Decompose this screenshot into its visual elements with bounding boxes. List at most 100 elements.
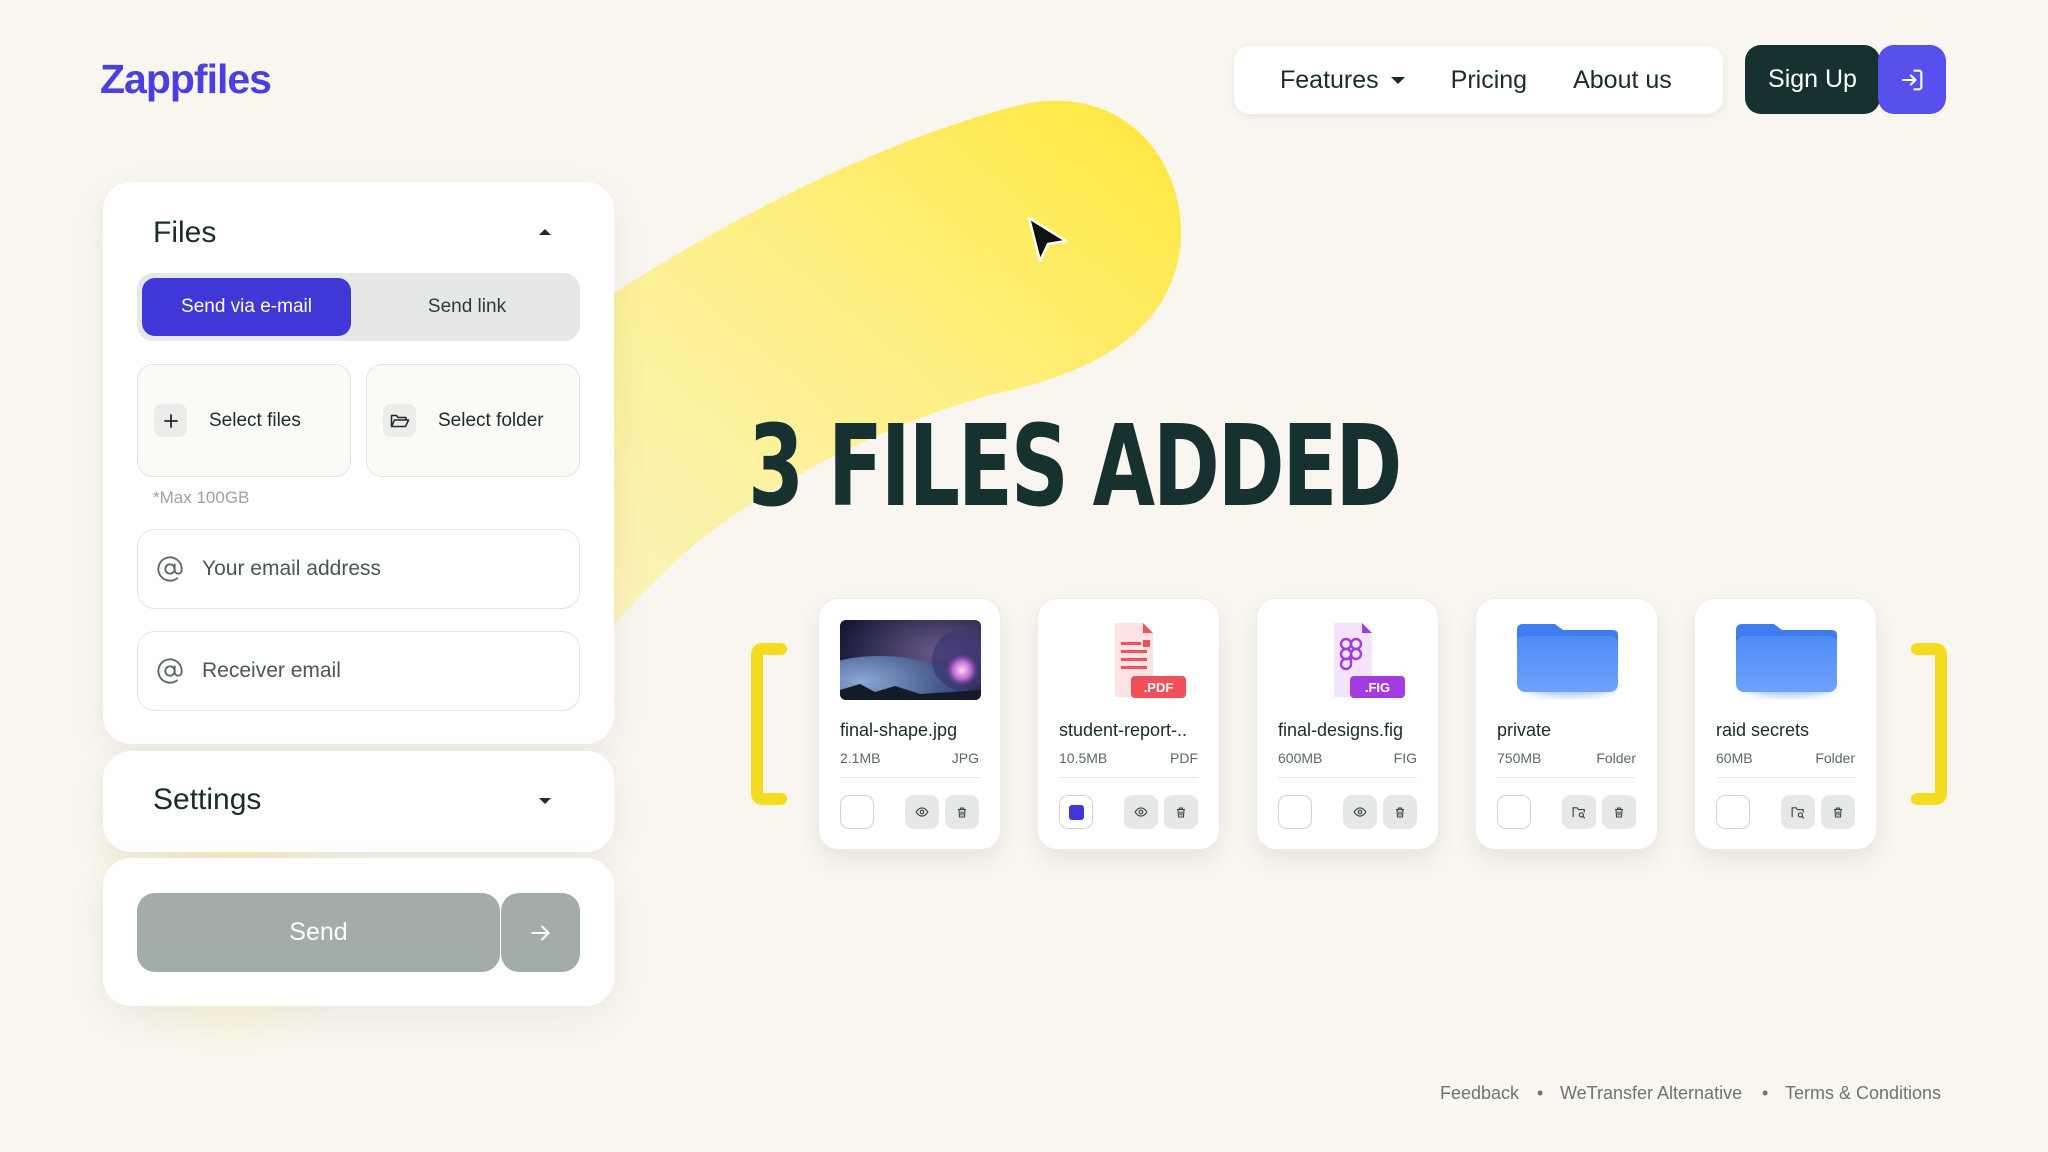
file-card[interactable]: private 750MB Folder bbox=[1475, 598, 1658, 850]
trash-icon bbox=[1615, 806, 1623, 818]
expand-chevron-down-icon[interactable] bbox=[539, 798, 551, 804]
receiver-email-field[interactable] bbox=[137, 631, 580, 711]
plus-icon bbox=[154, 404, 187, 437]
max-size-hint: *Max 100GB bbox=[153, 488, 250, 507]
file-card[interactable]: raid secrets 60MB Folder bbox=[1694, 598, 1877, 850]
your-email-field[interactable] bbox=[137, 529, 580, 609]
arrow-right-icon bbox=[530, 925, 550, 940]
receiver-email-input[interactable] bbox=[202, 659, 562, 683]
right-bracket-decoration bbox=[1911, 643, 1947, 805]
chevron-down-icon bbox=[1390, 76, 1405, 84]
fig-badge: .FIG bbox=[1365, 680, 1390, 695]
trash-icon bbox=[1834, 806, 1842, 818]
nav-features[interactable]: Features bbox=[1280, 66, 1405, 95]
select-folder-label: Select folder bbox=[438, 409, 544, 431]
files-added-headline: 3 FILES ADDED bbox=[748, 402, 1402, 532]
files-panel-title: Files bbox=[153, 216, 217, 249]
file-type: Folder bbox=[1596, 750, 1636, 766]
file-size: 750MB bbox=[1497, 750, 1542, 766]
send-panel: Send bbox=[103, 858, 614, 1006]
files-panel: Files Send via e-mail Send link Select f… bbox=[103, 182, 614, 744]
file-size: 2.1MB bbox=[840, 750, 881, 766]
file-type: PDF bbox=[1170, 750, 1198, 766]
file-type: JPG bbox=[951, 750, 979, 766]
open-folder-button[interactable] bbox=[1781, 795, 1815, 829]
collapse-chevron-up-icon[interactable] bbox=[539, 229, 551, 235]
nav-about[interactable]: About us bbox=[1573, 66, 1672, 95]
file-name: private bbox=[1497, 720, 1552, 740]
at-sign-icon bbox=[157, 658, 183, 684]
file-card[interactable]: .FIG final-designs.fig 600MB FIG bbox=[1256, 598, 1439, 850]
file-size: 60MB bbox=[1716, 750, 1753, 766]
nav-pricing[interactable]: Pricing bbox=[1451, 66, 1527, 95]
trash-icon bbox=[958, 806, 966, 818]
select-files-label: Select files bbox=[209, 409, 301, 431]
left-bracket-decoration bbox=[751, 643, 787, 805]
sign-up-button[interactable]: Sign Up bbox=[1745, 45, 1880, 114]
open-folder-button[interactable] bbox=[1562, 795, 1596, 829]
file-select-checkbox[interactable] bbox=[1278, 795, 1312, 829]
send-mode-toggle: Send via e-mail Send link bbox=[137, 273, 580, 341]
nav-features-label: Features bbox=[1280, 65, 1379, 94]
tab-send-link[interactable]: Send link bbox=[359, 278, 575, 336]
divider bbox=[1497, 777, 1636, 778]
file-select-checkbox[interactable] bbox=[1716, 795, 1750, 829]
pdf-badge: .PDF bbox=[1144, 680, 1174, 695]
trash-icon bbox=[1177, 806, 1185, 818]
tab-send-via-email[interactable]: Send via e-mail bbox=[142, 278, 351, 336]
divider bbox=[840, 777, 979, 778]
select-files-button[interactable]: Select files bbox=[137, 364, 351, 477]
pdf-file-icon: .PDF bbox=[1059, 620, 1200, 700]
image-thumbnail bbox=[840, 620, 981, 700]
divider bbox=[1278, 777, 1417, 778]
figma-file-icon: .FIG bbox=[1278, 620, 1419, 700]
delete-button[interactable] bbox=[1383, 795, 1417, 829]
check-mark bbox=[1069, 805, 1084, 820]
file-card[interactable]: .PDF student-report-.. 10.5MB PDF bbox=[1037, 598, 1220, 850]
footer-alternative-link[interactable]: WeTransfer Alternative bbox=[1560, 1083, 1742, 1104]
folder-icon bbox=[1497, 620, 1638, 700]
eye-icon bbox=[1353, 807, 1367, 817]
file-type: FIG bbox=[1393, 750, 1417, 766]
file-card[interactable]: final-shape.jpg 2.1MB JPG bbox=[818, 598, 1001, 850]
preview-button[interactable] bbox=[905, 795, 939, 829]
eye-icon bbox=[915, 807, 929, 817]
at-sign-icon bbox=[157, 556, 183, 582]
file-name: student-report-.. bbox=[1059, 720, 1188, 740]
delete-button[interactable] bbox=[1602, 795, 1636, 829]
send-button[interactable]: Send bbox=[137, 893, 500, 972]
eye-icon bbox=[1134, 807, 1148, 817]
file-type: Folder bbox=[1815, 750, 1855, 766]
footer-separator: • bbox=[1762, 1083, 1769, 1103]
folder-search-icon bbox=[1572, 806, 1586, 819]
brand-logo[interactable]: Zappfiles bbox=[100, 56, 272, 103]
preview-button[interactable] bbox=[1343, 795, 1377, 829]
your-email-input[interactable] bbox=[202, 557, 562, 581]
divider bbox=[1716, 777, 1855, 778]
footer-separator: • bbox=[1537, 1083, 1544, 1103]
file-size: 600MB bbox=[1278, 750, 1323, 766]
settings-panel[interactable]: Settings bbox=[103, 751, 614, 852]
file-name: final-shape.jpg bbox=[840, 720, 958, 740]
delete-button[interactable] bbox=[1821, 795, 1855, 829]
file-select-checkbox[interactable] bbox=[1497, 795, 1531, 829]
delete-button[interactable] bbox=[1164, 795, 1198, 829]
footer-feedback-link[interactable]: Feedback bbox=[1440, 1083, 1519, 1104]
select-folder-button[interactable]: Select folder bbox=[366, 364, 580, 477]
send-arrow-button[interactable] bbox=[501, 893, 580, 972]
footer-terms-link[interactable]: Terms & Conditions bbox=[1785, 1083, 1941, 1104]
login-icon bbox=[1901, 69, 1923, 90]
trash-icon bbox=[1396, 806, 1404, 818]
preview-button[interactable] bbox=[1124, 795, 1158, 829]
file-select-checkbox[interactable] bbox=[1059, 795, 1093, 829]
folder-search-icon bbox=[1791, 806, 1805, 819]
folder-open-icon bbox=[383, 404, 416, 437]
file-name: raid secrets bbox=[1716, 720, 1810, 740]
file-select-checkbox[interactable] bbox=[840, 795, 874, 829]
file-size: 10.5MB bbox=[1059, 750, 1108, 766]
settings-panel-title: Settings bbox=[153, 783, 262, 816]
file-name: final-designs.fig bbox=[1278, 720, 1404, 740]
delete-button[interactable] bbox=[945, 795, 979, 829]
folder-icon bbox=[1716, 620, 1857, 700]
login-button[interactable] bbox=[1878, 45, 1946, 114]
